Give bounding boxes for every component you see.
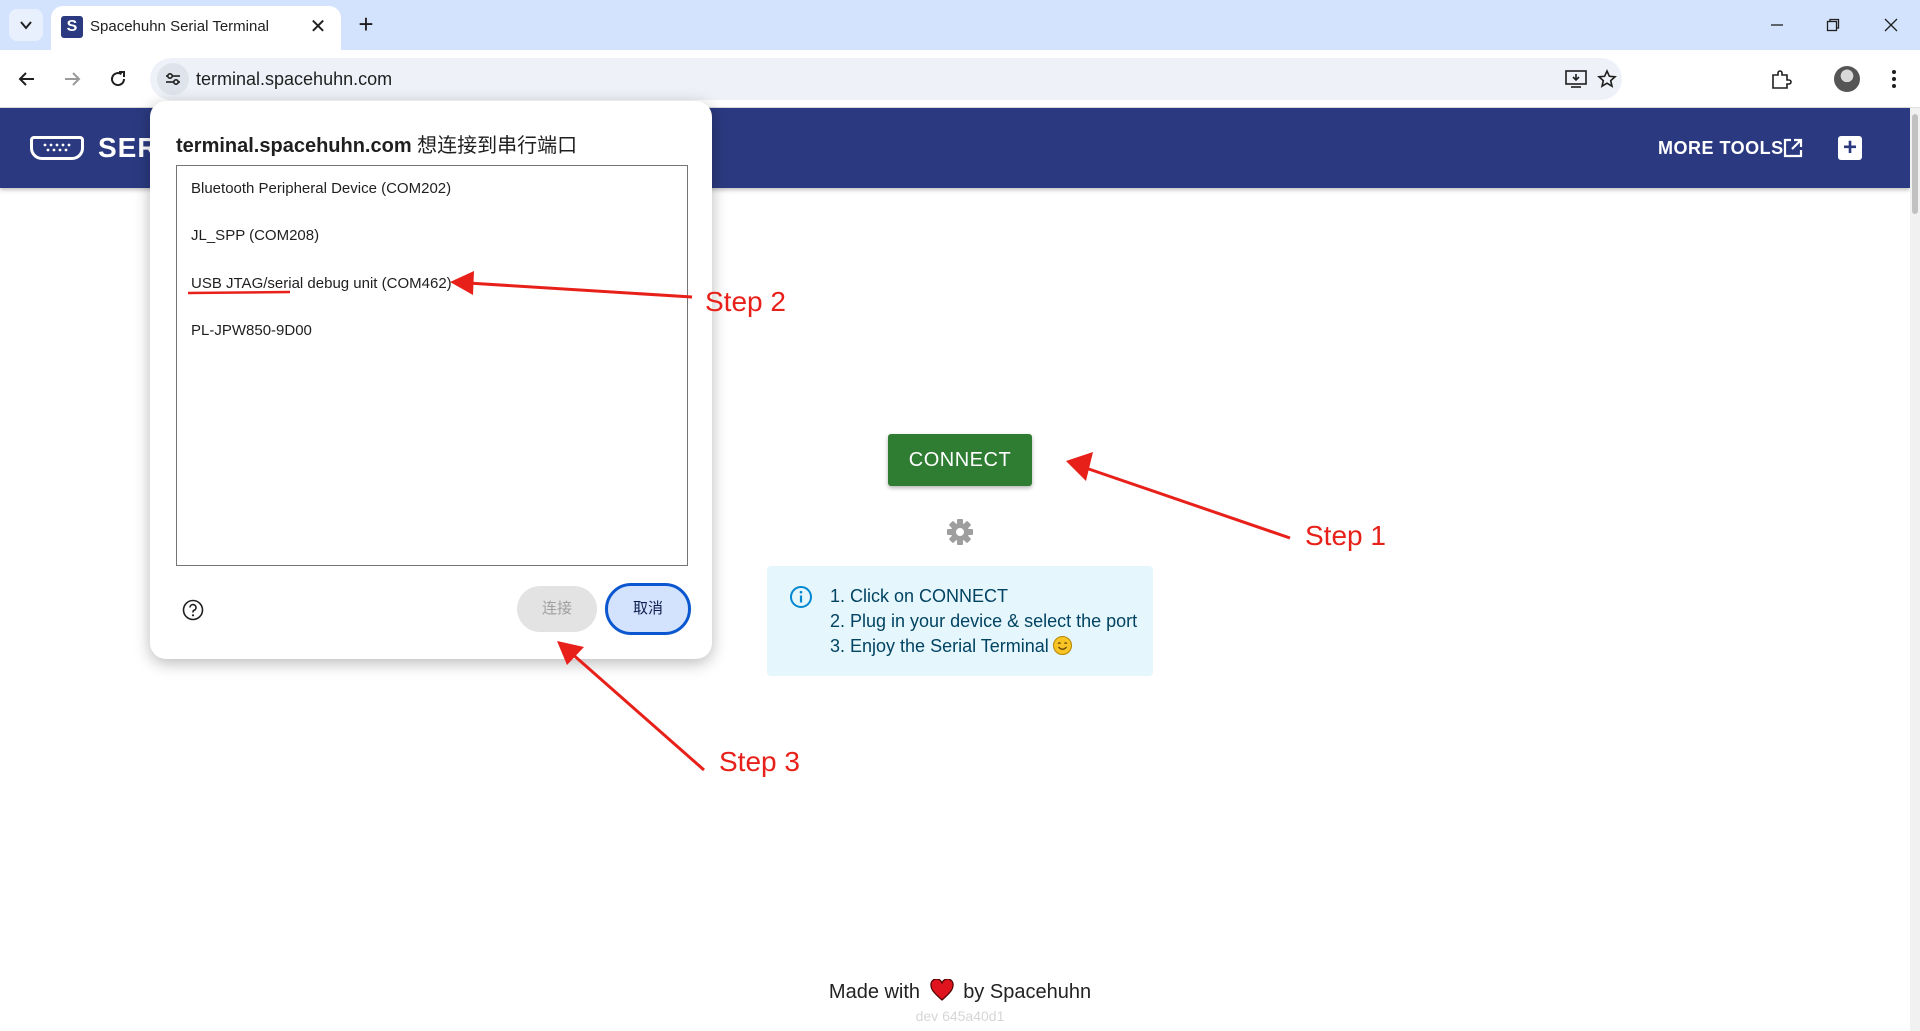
- info-icon: [790, 586, 812, 608]
- add-terminal-button[interactable]: +: [1838, 136, 1862, 160]
- instructions-alert: 1. Click on CONNECT 2. Plug in your devi…: [767, 566, 1153, 676]
- step3-label: Step 3: [719, 746, 800, 777]
- extensions-button[interactable]: [1766, 64, 1796, 94]
- open-external-icon[interactable]: [1782, 137, 1804, 159]
- tab-close-icon[interactable]: ✕: [307, 16, 329, 38]
- chevron-down-icon: [20, 21, 32, 30]
- dialog-title-suffix: 想连接到串行端口: [411, 135, 578, 157]
- close-icon: [1884, 18, 1898, 32]
- close-window-button[interactable]: [1868, 8, 1914, 42]
- site-favicon-icon: S: [61, 16, 83, 38]
- page-scrollbar[interactable]: [1910, 108, 1920, 1031]
- serial-port-logo-icon: [30, 136, 84, 160]
- instruction-step-1: 1. Click on CONNECT: [830, 586, 1009, 606]
- instruction-step-3: 3. Enjoy the Serial Terminal: [830, 636, 1049, 656]
- port-option[interactable]: JL_SPP (COM208): [191, 227, 319, 244]
- footer-by-spacehuhn[interactable]: by Spacehuhn: [963, 981, 1091, 1003]
- more-tools-link[interactable]: MORE TOOLS: [1658, 138, 1784, 159]
- more-vert-icon: [1892, 70, 1896, 88]
- help-icon[interactable]: [182, 599, 204, 621]
- serial-port-chooser-dialog: terminal.spacehuhn.com 想连接到串行端口 Bluetoot…: [150, 101, 712, 659]
- port-option[interactable]: PL-JPW850-9D00: [191, 322, 312, 339]
- dialog-title: terminal.spacehuhn.com 想连接到串行端口: [176, 129, 577, 158]
- step1-label: Step 1: [1305, 520, 1386, 551]
- forward-button[interactable]: [57, 64, 87, 94]
- instruction-step-2: 2. Plug in your device & select the port: [830, 611, 1138, 631]
- connect-button[interactable]: CONNECT: [888, 434, 1032, 486]
- browser-toolbar: terminal.spacehuhn.com: [0, 50, 1920, 108]
- dialog-cancel-button[interactable]: 取消: [605, 583, 691, 635]
- step3-arrow: [569, 650, 705, 772]
- minimize-button[interactable]: [1754, 8, 1800, 42]
- bookmark-star-icon[interactable]: [1595, 67, 1619, 91]
- scrollbar-thumb[interactable]: [1912, 114, 1918, 214]
- tab-search-button[interactable]: [9, 9, 43, 41]
- dialog-connect-button[interactable]: 连接: [517, 586, 597, 632]
- footer: Made with by Spacehuhn: [0, 979, 1920, 1004]
- minimize-icon: [1771, 24, 1783, 26]
- new-tab-button[interactable]: +: [352, 11, 380, 39]
- port-option[interactable]: USB JTAG/serial debug unit (COM462): [191, 275, 452, 292]
- arrow-left-icon: [18, 72, 34, 86]
- smile-emoji-icon: [1052, 636, 1072, 655]
- settings-gear-icon[interactable]: [946, 518, 974, 546]
- address-bar[interactable]: terminal.spacehuhn.com: [150, 58, 1622, 100]
- browser-tab[interactable]: S Spacehuhn Serial Terminal ✕: [51, 6, 341, 50]
- restore-icon: [1826, 18, 1840, 32]
- step1-arrowhead: [1066, 452, 1093, 481]
- back-button[interactable]: [12, 64, 42, 94]
- browser-menu-button[interactable]: [1879, 64, 1909, 94]
- restore-button[interactable]: [1810, 8, 1856, 42]
- puzzle-icon: [1772, 70, 1792, 89]
- step1-arrow: [1079, 464, 1291, 540]
- version-label: dev 645a40d1: [915, 1008, 1005, 1024]
- tab-title: Spacehuhn Serial Terminal: [90, 18, 269, 35]
- reload-button[interactable]: [103, 64, 133, 94]
- heart-icon: [930, 979, 954, 1001]
- arrow-right-icon: [65, 72, 81, 86]
- install-app-icon[interactable]: [1564, 67, 1588, 91]
- port-list[interactable]: Bluetooth Peripheral Device (COM202) JL_…: [176, 165, 688, 566]
- dialog-title-host: terminal.spacehuhn.com: [176, 135, 412, 157]
- profile-avatar[interactable]: [1834, 66, 1860, 92]
- step2-label: Step 2: [705, 286, 786, 317]
- browser-tabstrip: S Spacehuhn Serial Terminal ✕ +: [0, 0, 1920, 50]
- port-option[interactable]: Bluetooth Peripheral Device (COM202): [191, 180, 451, 197]
- url-text[interactable]: terminal.spacehuhn.com: [196, 69, 392, 90]
- footer-made-with: Made with: [828, 981, 921, 1003]
- site-settings-icon[interactable]: [157, 63, 189, 95]
- reload-icon: [111, 71, 126, 87]
